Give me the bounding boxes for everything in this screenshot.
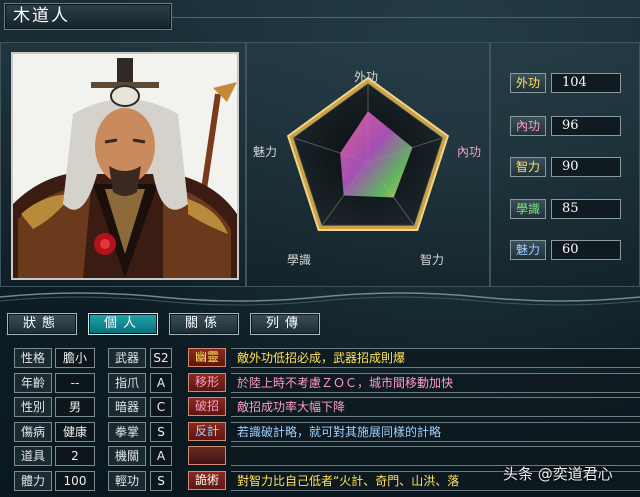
special-skill-description: 若識破計略，就可對其施展同樣的計略 [231, 422, 640, 442]
skill-type-grade: S2 [150, 348, 172, 368]
skill-type-label: 指爪 [108, 373, 146, 393]
attribute-label: 傷病 [14, 422, 52, 442]
tab-status[interactable]: 狀態 [7, 313, 77, 335]
radar-label-left: 魅力 [253, 145, 278, 159]
stat-value: 96 [551, 116, 621, 136]
stat-value: 90 [551, 157, 621, 177]
title-divider [172, 17, 640, 18]
character-status-screen: 木道人 外功 內功 智力 學識 魅力 外功 104 內功 96 智力 90 學識… [0, 0, 640, 497]
attribute-value: -- [55, 373, 95, 393]
attribute-value: 膽小 [55, 348, 95, 368]
special-skill-tag[interactable]: 詭術 [188, 471, 226, 490]
stat-label: 學識 [510, 199, 546, 219]
special-skill-tag[interactable]: 幽靈 [188, 348, 226, 367]
skill-type-label: 輕功 [108, 471, 146, 491]
skill-type-label: 拳掌 [108, 422, 146, 442]
radar-label-right: 內功 [457, 145, 482, 159]
special-skill-tag[interactable]: 移形 [188, 373, 226, 392]
attribute-value: 健康 [55, 422, 95, 442]
skill-type-grade: C [150, 397, 172, 417]
special-skill-tag[interactable]: 破招 [188, 397, 226, 416]
skill-type-label: 機關 [108, 446, 146, 466]
attribute-value: 男 [55, 397, 95, 417]
special-skill-tag[interactable] [188, 446, 226, 465]
attribute-label: 性格 [14, 348, 52, 368]
radar-label-top: 外功 [354, 70, 379, 84]
tab-personal[interactable]: 個人 [88, 313, 158, 335]
attribute-label: 道具 [14, 446, 52, 466]
stat-label: 內功 [510, 116, 546, 136]
special-skill-description: 於陸上時不考慮ＺＯＣ，城市間移動加快 [231, 373, 640, 393]
skill-type-grade: A [150, 446, 172, 466]
stat-label: 外功 [510, 73, 546, 93]
watermark: 头条 @奕道君心 [503, 465, 613, 483]
stat-value: 60 [551, 240, 621, 260]
portrait-illustration [13, 54, 237, 278]
tab-relations[interactable]: 關係 [169, 313, 239, 335]
attribute-label: 年齡 [14, 373, 52, 393]
character-portrait [11, 52, 239, 280]
character-name-title: 木道人 [4, 3, 172, 30]
skill-type-label: 武器 [108, 348, 146, 368]
radar-label-bottom-right: 智力 [420, 253, 445, 267]
skill-type-grade: S [150, 422, 172, 442]
stat-label: 智力 [510, 157, 546, 177]
stat-label: 魅力 [510, 240, 546, 260]
attribute-value: 2 [55, 446, 95, 466]
radar-label-bottom-left: 學識 [287, 253, 312, 267]
skill-type-label: 暗器 [108, 397, 146, 417]
special-skill-description: 敵招成功率大幅下降 [231, 397, 640, 417]
attribute-value: 100 [55, 471, 95, 491]
skill-type-grade: S [150, 471, 172, 491]
stat-value: 104 [551, 73, 621, 93]
stat-value: 85 [551, 199, 621, 219]
special-skill-description: 敵外功低招必成，武器招成則爆 [231, 348, 640, 368]
attribute-label: 體力 [14, 471, 52, 491]
special-skill-tag[interactable]: 反計 [188, 422, 226, 441]
tab-biography[interactable]: 列傳 [250, 313, 320, 335]
attribute-label: 性別 [14, 397, 52, 417]
section-divider [0, 292, 640, 306]
skill-type-grade: A [150, 373, 172, 393]
